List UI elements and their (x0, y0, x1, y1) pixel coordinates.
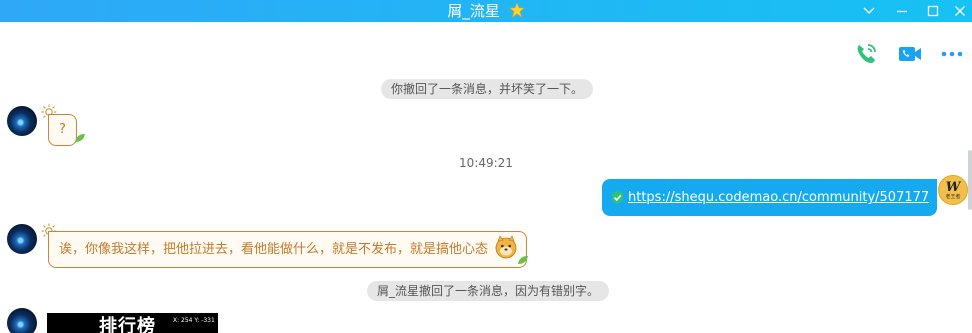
star-icon (508, 2, 525, 18)
message-bubble-incoming[interactable]: 诶，你像我这样，把他拉进去，看他能做什么，就是不发布，就是搞他心态 (48, 231, 527, 268)
close-button[interactable] (947, 0, 972, 22)
minimize-icon (897, 10, 907, 13)
avatar-contact[interactable] (7, 224, 37, 254)
avatar-self[interactable]: W 老王者 (938, 175, 968, 205)
message-bubble-outgoing[interactable]: https://shequ.codemao.cn/community/50717… (602, 179, 938, 216)
close-icon (955, 6, 965, 16)
image-coords: X: 254 Y: -331 (173, 317, 215, 324)
message-text: ? (59, 122, 66, 137)
more-icon (941, 51, 963, 57)
window-title-text: 屑_流星 (447, 2, 500, 20)
maximize-button[interactable] (920, 0, 946, 22)
more-button[interactable] (938, 40, 966, 68)
image-title: 排行榜 (99, 316, 156, 333)
maximize-icon (927, 5, 939, 17)
avatar-caption: 老王者 (945, 193, 961, 200)
leaf-icon (518, 256, 528, 264)
image-message[interactable]: 排行榜 X: 254 Y: -331 (47, 313, 218, 333)
system-notice-recall: 屑_流星撤回了一条消息，因为有错别字。 (367, 281, 610, 301)
title-bar: 屑_流星 (0, 0, 972, 22)
scrollbar-thumb[interactable] (968, 150, 972, 210)
doge-emoji-icon (495, 235, 517, 259)
avatar-contact[interactable] (7, 106, 37, 136)
chevron-down-icon (863, 7, 875, 14)
message-text: 诶，你像我这样，把他拉进去，看他能做什么，就是不发布，就是搞他心态 (59, 242, 489, 257)
voice-call-button[interactable] (852, 40, 880, 68)
avatar-contact[interactable] (7, 308, 37, 333)
community-link[interactable]: https://shequ.codemao.cn/community/50717… (628, 190, 929, 205)
video-call-button[interactable] (896, 40, 924, 68)
system-notice-recall: 你撤回了一条消息，并坏笑了一下。 (381, 79, 594, 99)
dropdown-button[interactable] (856, 0, 882, 22)
leaf-icon (75, 134, 85, 142)
video-call-icon (899, 47, 921, 61)
avatar-letter: W (945, 179, 961, 195)
message-bubble-incoming[interactable]: ? (48, 114, 77, 146)
verified-shield-icon (611, 190, 624, 205)
voice-call-icon (857, 44, 876, 63)
minimize-button[interactable] (889, 0, 915, 22)
message-timestamp: 10:49:21 (459, 156, 513, 170)
window-title: 屑_流星 (0, 1, 972, 21)
